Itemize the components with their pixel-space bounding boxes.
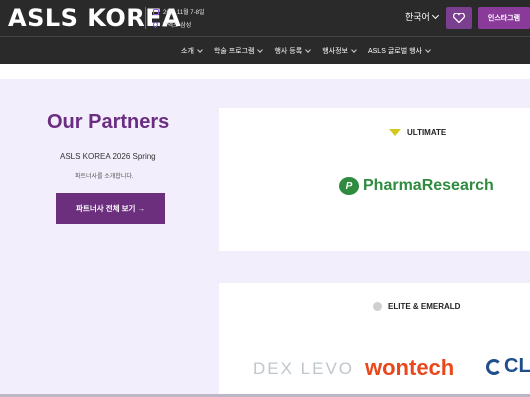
chevron-down-icon bbox=[351, 46, 357, 53]
nav-item-label: 소개 bbox=[181, 47, 194, 55]
ultimate-tier-heading: ULTIMATE bbox=[389, 128, 446, 137]
favorite-button[interactable] bbox=[446, 7, 472, 29]
dexlevo-logo[interactable]: DEX LEVO bbox=[253, 359, 354, 379]
header-divider bbox=[145, 7, 146, 29]
chevron-down-icon bbox=[431, 11, 439, 19]
elite-tier-heading: ELITE & EMERALD bbox=[373, 302, 460, 311]
view-all-partners-button[interactable]: 파트너사 전체 보기 → bbox=[56, 193, 165, 224]
nav-item-label: 행사 등록 bbox=[274, 47, 303, 55]
nav-item-program[interactable]: 학술 프로그램 bbox=[213, 46, 264, 56]
nav-item-label: ASLS 글로벌 행사 bbox=[367, 47, 422, 55]
elite-logo-row: DEX LEVO wontech CL bbox=[219, 355, 530, 381]
location-pin-icon bbox=[151, 20, 160, 29]
pharmaresearch-logo[interactable]: P PharmaResearch bbox=[339, 177, 494, 195]
ultimate-tier-card: ULTIMATE P PharmaResearch bbox=[219, 108, 530, 251]
pharmaresearch-mark-icon: P bbox=[339, 177, 359, 195]
chevron-down-icon bbox=[197, 46, 203, 53]
gem-icon bbox=[373, 302, 382, 311]
language-label: 한국어 bbox=[405, 12, 430, 22]
partners-title: Our Partners bbox=[47, 111, 170, 133]
wontech-logo[interactable]: wontech bbox=[365, 355, 454, 381]
chevron-down-icon bbox=[425, 46, 431, 53]
chevron-down-icon bbox=[257, 46, 264, 53]
ultimate-tier-label: ULTIMATE bbox=[407, 128, 447, 137]
cl-logo-text: CL bbox=[504, 355, 530, 377]
content-top-strip bbox=[0, 64, 530, 79]
main-nav: 소개 학술 프로그램 행사 등록 행사정보 ASLS 글로벌 행사 bbox=[0, 36, 530, 64]
pharmaresearch-logo-text: PharmaResearch bbox=[363, 177, 494, 194]
partners-description: 파트너사를 소개합니다. bbox=[75, 174, 134, 180]
elite-tier-card: ELITE & EMERALD DEX LEVO wontech CL bbox=[219, 283, 530, 397]
elite-tier-label: ELITE & EMERALD bbox=[388, 302, 461, 311]
nav-item-event-info[interactable]: 행사정보 bbox=[322, 46, 357, 56]
nav-item-about[interactable]: 소개 bbox=[181, 46, 203, 56]
heart-icon bbox=[453, 13, 465, 23]
event-date: 26년 11월 7-8일 bbox=[153, 7, 204, 16]
cl-logo[interactable]: CL bbox=[486, 355, 530, 378]
calendar-icon bbox=[153, 8, 159, 15]
cl-mark-icon bbox=[486, 358, 502, 375]
top-header: ASLS KOREA 26년 11월 7-8일 코엑스 삼성 한국어 인스타그램 bbox=[0, 0, 530, 36]
nav-item-label: 학술 프로그램 bbox=[213, 47, 255, 55]
event-venue: 코엑스 삼성 bbox=[151, 20, 192, 29]
language-selector[interactable]: 한국어 bbox=[405, 10, 439, 23]
event-venue-text: 코엑스 삼성 bbox=[162, 23, 192, 29]
diamond-icon bbox=[389, 129, 401, 136]
nav-item-label: 행사정보 bbox=[322, 47, 348, 55]
nav-item-registration[interactable]: 행사 등록 bbox=[274, 46, 312, 56]
chevron-down-icon bbox=[305, 46, 312, 53]
instagram-button[interactable]: 인스타그램 bbox=[478, 7, 530, 29]
event-date-text: 26년 11월 7-8일 bbox=[163, 10, 205, 16]
partners-subtitle: ASLS KOREA 2026 Spring bbox=[60, 152, 156, 161]
nav-item-global-events[interactable]: ASLS 글로벌 행사 bbox=[367, 46, 431, 56]
